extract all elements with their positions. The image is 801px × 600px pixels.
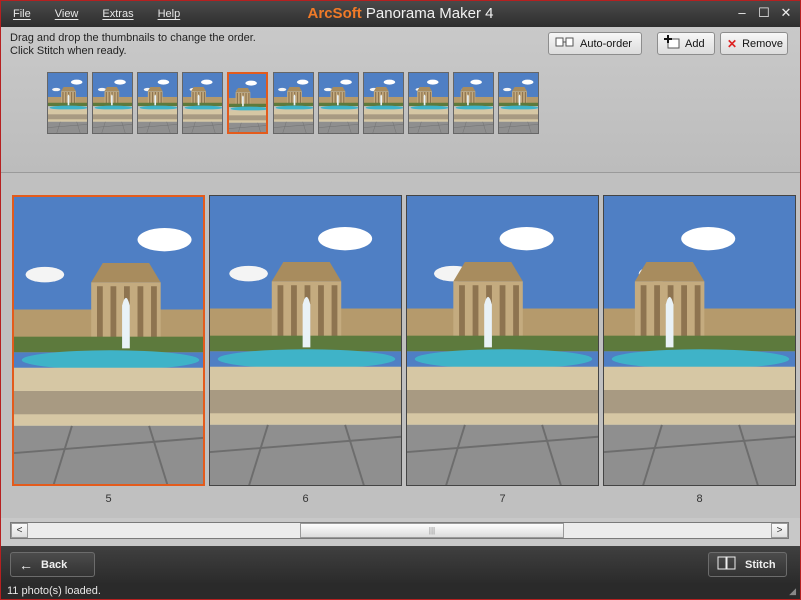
thumbnail-7[interactable] [317,72,359,134]
thumbnail-6[interactable] [272,72,314,134]
status-text: 11 photo(s) loaded. [7,585,101,597]
app-title: ArcSoft Panorama Maker 4 [1,5,800,22]
remove-label: Remove [742,37,784,50]
instructions: Drag and drop the thumbnails to change t… [10,32,256,58]
back-button[interactable]: ← Back [10,552,95,577]
scroll-right-icon[interactable]: > [771,523,788,538]
maximize-icon[interactable]: ☐ [756,4,772,22]
stitch-button[interactable]: Stitch [708,552,787,577]
horizontal-scrollbar[interactable]: < ||| > [10,522,789,539]
add-photo-icon [664,35,680,52]
minimize-icon[interactable]: – [734,4,750,22]
remove-x-icon: ✕ [727,36,738,51]
thumbnail-5[interactable] [227,72,269,134]
scroll-left-icon[interactable]: < [11,523,28,538]
thumbnail-1[interactable] [47,72,88,134]
thumbnail-9[interactable] [407,72,449,134]
brand-name: ArcSoft [307,5,362,22]
photo-number: 5 [105,493,112,505]
photo-number: 8 [696,493,703,505]
auto-order-icon [555,36,575,51]
thumbnail-11[interactable] [498,72,539,134]
auto-order-label: Auto-order [580,37,632,50]
photo-number: 7 [499,493,506,505]
close-icon[interactable]: ✕ [778,4,794,22]
photo-preview-area: 5 6 7 8 [1,173,800,518]
add-label: Add [685,37,705,50]
thumbnail-8[interactable] [362,72,404,134]
auto-order-button[interactable]: Auto-order [548,32,642,55]
photo-number: 6 [302,493,309,505]
thumbnail-2[interactable] [92,72,134,134]
back-label: Back [41,558,68,571]
instruction-line-2: Click Stitch when ready. [10,45,127,57]
product-name: Panorama Maker 4 [361,5,494,22]
thumbnail-panel: Drag and drop the thumbnails to change t… [1,27,800,196]
stitch-label: Stitch [745,558,776,571]
bottom-bar: ← Back Stitch [1,546,800,583]
stitch-icon [717,556,737,573]
remove-button[interactable]: ✕ Remove [720,32,788,55]
title-bar: File View Extras Help ArcSoft Panorama M… [1,1,800,27]
app-window: File View Extras Help ArcSoft Panorama M… [0,0,801,600]
instruction-line-1: Drag and drop the thumbnails to change t… [10,32,256,44]
left-arrow-icon: ← [19,556,33,573]
add-button[interactable]: Add [657,32,715,55]
photo-6[interactable] [209,195,402,486]
scroll-thumb[interactable]: ||| [300,523,564,538]
thumbnail-10[interactable] [452,72,494,134]
resize-grip-icon[interactable]: ◢ [789,586,796,597]
photo-5[interactable] [12,195,205,486]
thumbnail-4[interactable] [182,72,224,134]
status-bar: 11 photo(s) loaded. ◢ [1,583,800,599]
window-controls: – ☐ ✕ [734,4,794,22]
thumbnail-3[interactable] [137,72,179,134]
photo-7[interactable] [406,195,599,486]
photo-8[interactable] [603,195,796,486]
